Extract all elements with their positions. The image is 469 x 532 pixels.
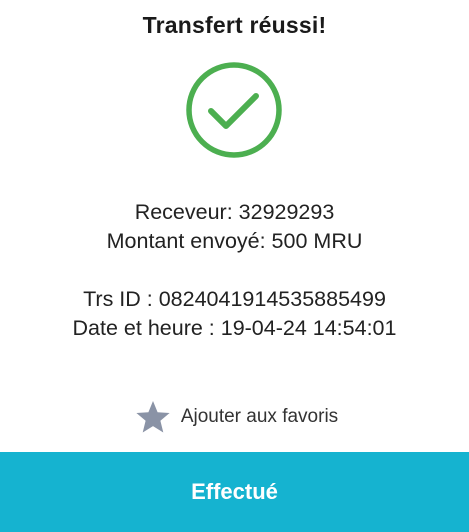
amount-text: Montant envoyé: 500 MRU (106, 229, 363, 253)
star-icon[interactable] (135, 400, 171, 434)
transfer-success-screen: Transfert réussi! Receveur: 32929293 Mon… (0, 0, 469, 532)
transaction-id-text: Trs ID : 0824041914535885499 (83, 287, 386, 311)
transfer-details: Receveur: 32929293 Montant envoyé: 500 M… (0, 198, 469, 343)
add-to-favorites-button[interactable]: Ajouter aux favoris (0, 400, 469, 434)
add-to-favorites-label[interactable]: Ajouter aux favoris (181, 406, 338, 428)
datetime-text: Date et heure : 19-04-24 14:54:01 (72, 316, 397, 340)
page-title: Transfert réussi! (142, 12, 327, 38)
details-spacer (0, 256, 469, 285)
check-circle-icon (184, 60, 284, 160)
done-button[interactable]: Effectué (0, 452, 469, 532)
receiver-text: Receveur: 32929293 (134, 200, 335, 224)
